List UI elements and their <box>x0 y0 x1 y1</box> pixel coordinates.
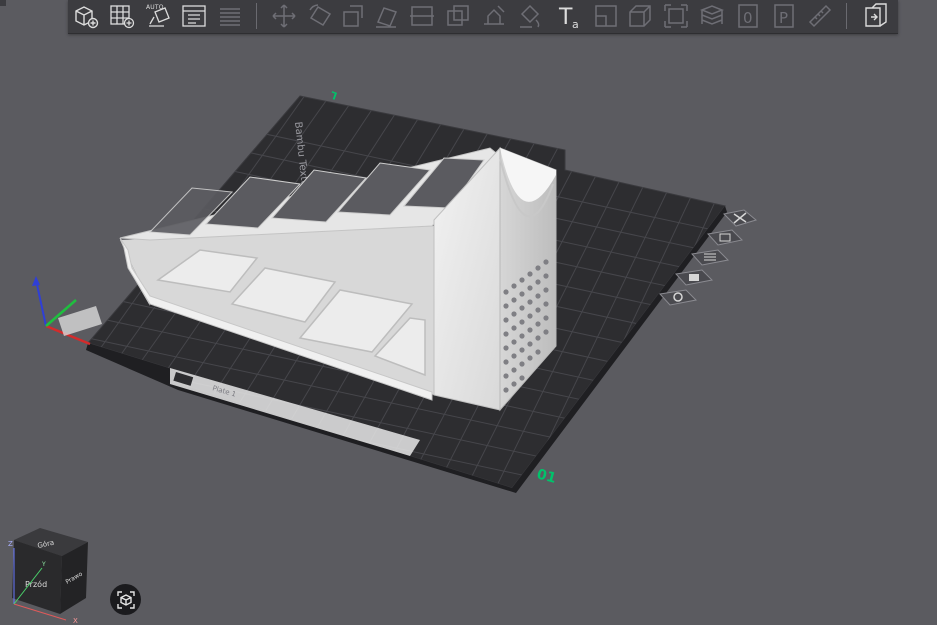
plate-top-mark: L <box>329 88 339 101</box>
lock-icon <box>689 274 699 281</box>
nav-cube-axis-x: X <box>73 617 78 625</box>
plate-corner-mark: 01 <box>535 466 558 486</box>
fit-view-icon <box>116 590 135 609</box>
nav-cube[interactable]: Góra Przód Prawo Z X Y <box>8 528 88 625</box>
viewport-3d[interactable]: Bambu Textured PEI Plate Plate 1 01 L <box>0 0 937 625</box>
plate-close-button[interactable] <box>722 209 758 227</box>
nav-cube-axis-z: Z <box>8 540 13 548</box>
origin-axes <box>32 276 102 346</box>
fit-view-button[interactable] <box>110 584 141 615</box>
nav-cube-front-label: Przód <box>25 579 47 589</box>
plate-auto-orient-button[interactable] <box>707 229 744 246</box>
plate-arrange-button[interactable] <box>691 249 730 266</box>
nav-cube-axis-y: Y <box>41 561 46 568</box>
